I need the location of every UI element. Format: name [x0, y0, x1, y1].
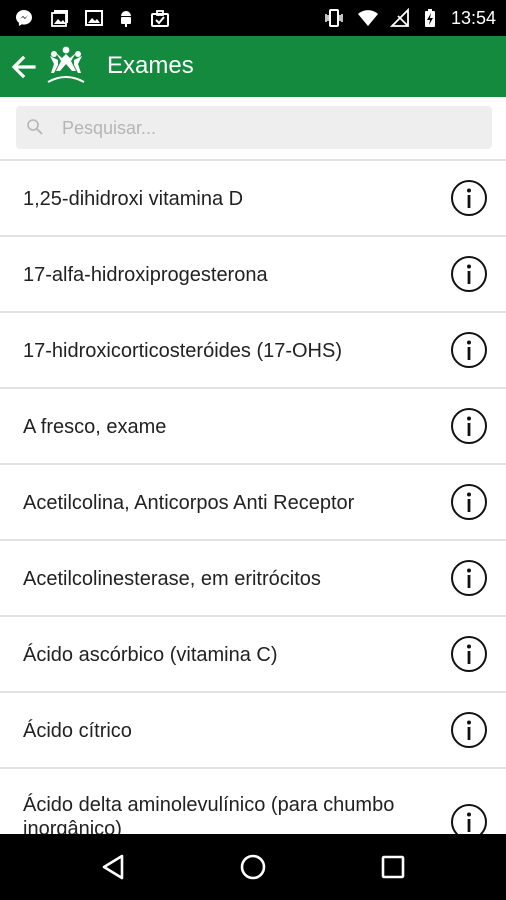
status-bar: 13:54 [0, 0, 506, 36]
recents-square-icon[interactable] [378, 852, 408, 882]
home-circle-icon[interactable] [238, 852, 268, 882]
page-title: Exames [107, 52, 194, 79]
list-item[interactable]: Ácido ascórbico (vitamina C) [0, 615, 506, 691]
info-icon[interactable] [450, 711, 488, 749]
navigation-bar [0, 834, 506, 900]
list-item[interactable]: 1,25-dihidroxi vitamina D [0, 159, 506, 235]
list-item-label: Acetilcolinesterase, em eritrócitos [23, 568, 321, 590]
list-item[interactable]: Acetilcolinesterase, em eritrócitos [0, 539, 506, 615]
info-icon[interactable] [450, 483, 488, 521]
list-item[interactable]: 17-hidroxicorticosteróides (17-OHS) [0, 311, 506, 387]
info-icon[interactable] [450, 559, 488, 597]
list-item-label: Ácido ascórbico (vitamina C) [23, 644, 278, 666]
info-icon[interactable] [450, 179, 488, 217]
search-box[interactable] [16, 106, 492, 151]
list-item[interactable]: 17-alfa-hidroxiprogesterona [0, 235, 506, 311]
android-icon [121, 11, 131, 27]
info-icon[interactable] [450, 803, 488, 834]
no-signal-icon [390, 8, 409, 27]
list-item-label: 17-hidroxicorticosteróides (17-OHS) [23, 340, 343, 362]
list-item[interactable]: Ácido cítrico [0, 691, 506, 767]
messenger-icon [16, 10, 32, 26]
list-item[interactable]: Acetilcolina, Anticorpos Anti Receptor [0, 463, 506, 539]
list-item-label: 17-alfa-hidroxiprogesterona [23, 264, 268, 286]
photo-icon [85, 10, 103, 26]
search-input[interactable] [60, 106, 484, 151]
list-item-label: Ácido cítrico [23, 720, 132, 742]
app-bar: Exames [0, 36, 506, 97]
list-item-label: 1,25-dihidroxi vitamina D [23, 188, 244, 210]
info-icon[interactable] [450, 407, 488, 445]
list-item-label: Ácido delta aminolevulínico (para chumbo… [23, 794, 395, 834]
info-icon[interactable] [450, 331, 488, 369]
app-logo [47, 46, 85, 83]
vibrate-icon [325, 9, 343, 27]
battery-charging-icon [425, 9, 435, 27]
briefcase-check-icon [151, 10, 169, 27]
info-icon[interactable] [450, 255, 488, 293]
wifi-icon [358, 10, 378, 26]
list-item[interactable]: A fresco, exame [0, 387, 506, 463]
back-triangle-icon[interactable] [98, 852, 128, 882]
search-icon [27, 119, 43, 135]
back-arrow-icon[interactable] [8, 52, 38, 82]
list-item[interactable]: Ácido delta aminolevulínico (para chumbo… [0, 767, 506, 834]
status-time: 13:54 [450, 8, 496, 28]
list-item-label: A fresco, exame [23, 416, 167, 438]
list-item-label: Acetilcolina, Anticorpos Anti Receptor [23, 492, 355, 514]
info-icon[interactable] [450, 635, 488, 673]
exam-list: 1,25-dihidroxi vitamina D 17-alfa-hidrox… [0, 159, 506, 834]
image-gallery-icon [51, 10, 68, 27]
search-bar [0, 97, 506, 159]
